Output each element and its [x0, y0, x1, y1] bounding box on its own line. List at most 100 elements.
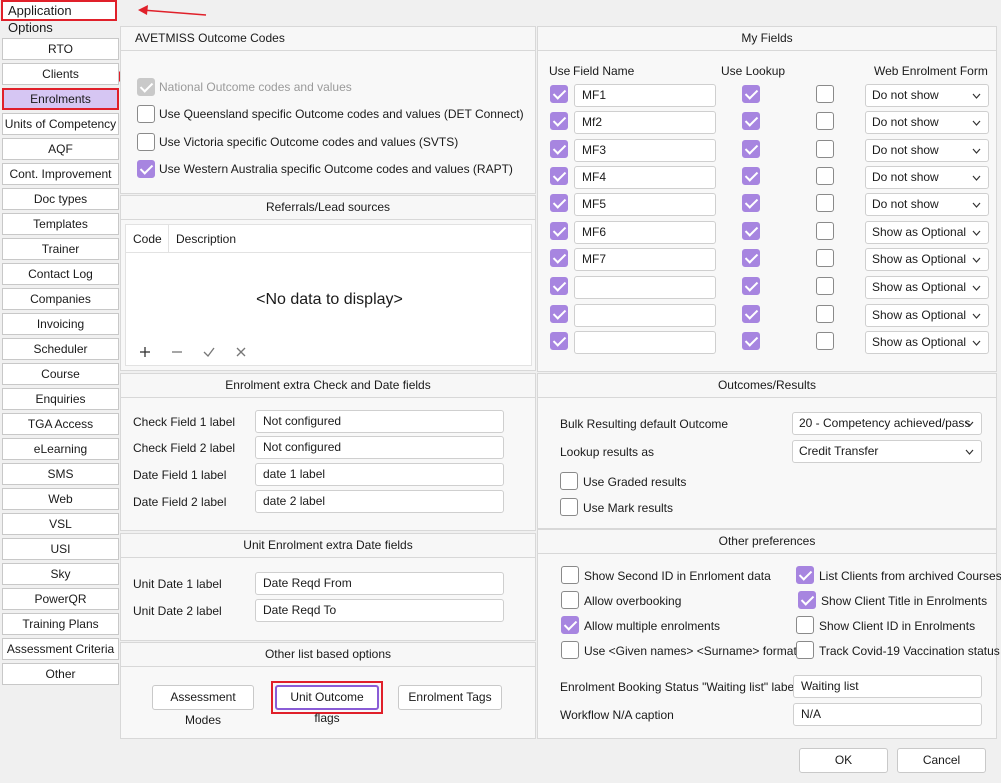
- nav-item-rto[interactable]: RTO: [2, 38, 119, 60]
- column-description[interactable]: Description: [176, 232, 236, 246]
- bulk-outcome-select[interactable]: 20 - Competency achieved/pass: [792, 412, 982, 435]
- graded-results-checkbox[interactable]: [560, 472, 578, 490]
- use-checkbox[interactable]: [550, 277, 568, 295]
- show-second-id-checkbox[interactable]: [561, 566, 579, 584]
- nav-item-usi[interactable]: USI: [2, 538, 119, 560]
- add-icon[interactable]: [138, 345, 152, 359]
- check-field-1-input[interactable]: Not configured: [255, 410, 504, 433]
- web-enrolment-select[interactable]: Do not show: [865, 84, 989, 107]
- show-client-id-checkbox[interactable]: [796, 616, 814, 634]
- use-lookup-checkbox[interactable]: [742, 249, 760, 267]
- nav-item-enrolments[interactable]: Enrolments: [2, 88, 119, 110]
- national-outcome-checkbox[interactable]: [137, 78, 155, 96]
- extra-checkbox[interactable]: [816, 249, 834, 267]
- field-name-input[interactable]: MF7: [574, 248, 716, 271]
- nav-item-units-of-competency[interactable]: Units of Competency: [2, 113, 119, 135]
- unit-outcome-flags-button[interactable]: Unit Outcome flags: [275, 685, 379, 725]
- extra-checkbox[interactable]: [816, 85, 834, 103]
- ok-button[interactable]: OK: [799, 748, 888, 773]
- date-field-1-input[interactable]: date 1 label: [255, 463, 504, 486]
- use-checkbox[interactable]: [550, 249, 568, 267]
- nav-item-aqf[interactable]: AQF: [2, 138, 119, 160]
- field-name-input[interactable]: MF3: [574, 139, 716, 162]
- extra-checkbox[interactable]: [816, 194, 834, 212]
- field-name-input[interactable]: MF4: [574, 166, 716, 189]
- column-code[interactable]: Code: [133, 232, 162, 246]
- remove-icon[interactable]: [170, 345, 184, 359]
- nav-item-tga-access[interactable]: TGA Access: [2, 413, 119, 435]
- waiting-list-input[interactable]: Waiting list: [793, 675, 982, 698]
- date-field-2-input[interactable]: date 2 label: [255, 490, 504, 513]
- lookup-results-select[interactable]: Credit Transfer: [792, 440, 982, 463]
- nav-item-clients[interactable]: Clients: [2, 63, 119, 85]
- extra-checkbox[interactable]: [816, 112, 834, 130]
- web-enrolment-select[interactable]: Show as Optional: [865, 276, 989, 299]
- web-enrolment-select[interactable]: Show as Optional: [865, 331, 989, 354]
- nav-item-trainer[interactable]: Trainer: [2, 238, 119, 260]
- unit-date-2-input[interactable]: Date Reqd To: [255, 599, 504, 622]
- field-name-input[interactable]: Mf2: [574, 111, 716, 134]
- nav-item-enquiries[interactable]: Enquiries: [2, 388, 119, 410]
- confirm-icon[interactable]: [202, 345, 216, 359]
- nav-item-cont-improvement[interactable]: Cont. Improvement: [2, 163, 119, 185]
- nav-item-scheduler[interactable]: Scheduler: [2, 338, 119, 360]
- use-lookup-checkbox[interactable]: [742, 140, 760, 158]
- nav-item-vsl[interactable]: VSL: [2, 513, 119, 535]
- nav-item-invoicing[interactable]: Invoicing: [2, 313, 119, 335]
- track-covid-checkbox[interactable]: [796, 641, 814, 659]
- web-enrolment-select[interactable]: Do not show: [865, 111, 989, 134]
- check-field-2-input[interactable]: Not configured: [255, 436, 504, 459]
- extra-checkbox[interactable]: [816, 167, 834, 185]
- given-names-format-checkbox[interactable]: [561, 641, 579, 659]
- extra-checkbox[interactable]: [816, 140, 834, 158]
- nav-item-sky[interactable]: Sky: [2, 563, 119, 585]
- cancel-button[interactable]: Cancel: [897, 748, 986, 773]
- victoria-outcome-checkbox[interactable]: [137, 133, 155, 151]
- nav-item-contact-log[interactable]: Contact Log: [2, 263, 119, 285]
- use-checkbox[interactable]: [550, 140, 568, 158]
- allow-multiple-enrolments-checkbox[interactable]: [561, 616, 579, 634]
- field-name-input[interactable]: [574, 304, 716, 327]
- list-archived-clients-checkbox[interactable]: [796, 566, 814, 584]
- allow-overbooking-checkbox[interactable]: [561, 591, 579, 609]
- use-checkbox[interactable]: [550, 222, 568, 240]
- nav-item-doc-types[interactable]: Doc types: [2, 188, 119, 210]
- nav-item-assessment-criteria[interactable]: Assessment Criteria: [2, 638, 119, 660]
- cancel-icon[interactable]: [234, 345, 248, 359]
- nav-item-companies[interactable]: Companies: [2, 288, 119, 310]
- nav-item-powerqr[interactable]: PowerQR: [2, 588, 119, 610]
- show-client-title-checkbox[interactable]: [798, 591, 816, 609]
- nav-item-templates[interactable]: Templates: [2, 213, 119, 235]
- western-australia-outcome-checkbox[interactable]: [137, 160, 155, 178]
- field-name-input[interactable]: [574, 276, 716, 299]
- workflow-na-input[interactable]: N/A: [793, 703, 982, 726]
- nav-item-elearning[interactable]: eLearning: [2, 438, 119, 460]
- use-lookup-checkbox[interactable]: [742, 85, 760, 103]
- use-checkbox[interactable]: [550, 112, 568, 130]
- use-checkbox[interactable]: [550, 85, 568, 103]
- field-name-input[interactable]: [574, 331, 716, 354]
- field-name-input[interactable]: MF1: [574, 84, 716, 107]
- use-lookup-checkbox[interactable]: [742, 222, 760, 240]
- extra-checkbox[interactable]: [816, 222, 834, 240]
- web-enrolment-select[interactable]: Show as Optional: [865, 304, 989, 327]
- web-enrolment-select[interactable]: Do not show: [865, 139, 989, 162]
- nav-item-other[interactable]: Other: [2, 663, 119, 685]
- web-enrolment-select[interactable]: Show as Optional: [865, 221, 989, 244]
- unit-date-1-input[interactable]: Date Reqd From: [255, 572, 504, 595]
- assessment-modes-button[interactable]: Assessment Modes: [152, 685, 254, 727]
- field-name-input[interactable]: MF5: [574, 193, 716, 216]
- nav-item-sms[interactable]: SMS: [2, 463, 119, 485]
- nav-item-course[interactable]: Course: [2, 363, 119, 385]
- queensland-outcome-checkbox[interactable]: [137, 105, 155, 123]
- extra-checkbox[interactable]: [816, 305, 834, 323]
- use-lookup-checkbox[interactable]: [742, 332, 760, 350]
- use-lookup-checkbox[interactable]: [742, 112, 760, 130]
- use-lookup-checkbox[interactable]: [742, 305, 760, 323]
- use-checkbox[interactable]: [550, 305, 568, 323]
- use-lookup-checkbox[interactable]: [742, 167, 760, 185]
- extra-checkbox[interactable]: [816, 332, 834, 350]
- web-enrolment-select[interactable]: Do not show: [865, 166, 989, 189]
- extra-checkbox[interactable]: [816, 277, 834, 295]
- use-lookup-checkbox[interactable]: [742, 194, 760, 212]
